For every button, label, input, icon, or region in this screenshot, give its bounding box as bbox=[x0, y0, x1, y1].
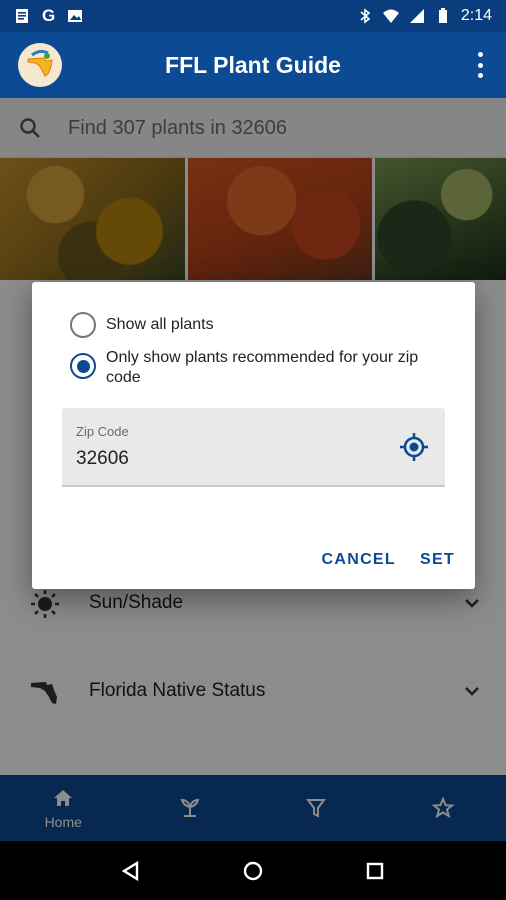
zip-code-input[interactable] bbox=[76, 448, 376, 470]
app-title: FFL Plant Guide bbox=[165, 51, 341, 78]
image-icon bbox=[68, 10, 83, 22]
battery-icon bbox=[438, 8, 447, 23]
bluetooth-icon bbox=[360, 8, 371, 24]
option-show-all[interactable]: Show all plants bbox=[70, 312, 456, 338]
document-icon bbox=[16, 9, 28, 23]
radio-label: Only show plants recommended for your zi… bbox=[106, 349, 419, 386]
status-time: 2:14 bbox=[460, 7, 492, 24]
cellular-icon bbox=[409, 9, 424, 23]
recents-icon[interactable] bbox=[364, 860, 386, 882]
google-icon: G bbox=[42, 6, 56, 25]
cancel-button[interactable]: CANCEL bbox=[322, 551, 396, 569]
option-zip-recommended[interactable]: Only show plants recommended for your zi… bbox=[70, 348, 456, 388]
app-bar: FFL Plant Guide bbox=[0, 32, 506, 98]
set-button[interactable]: SET bbox=[420, 551, 455, 569]
zip-filter-dialog: Show all plants Only show plants recomme… bbox=[32, 282, 475, 589]
florida-logo-icon[interactable] bbox=[18, 43, 62, 87]
dialog-actions: CANCEL SET bbox=[322, 551, 456, 569]
more-vert-icon[interactable] bbox=[476, 52, 484, 78]
status-bar: G 2:14 bbox=[0, 0, 506, 32]
my-location-icon[interactable] bbox=[399, 432, 429, 462]
radio-zip-recommended[interactable] bbox=[70, 353, 96, 379]
radio-label: Show all plants bbox=[106, 316, 214, 333]
home-circle-icon[interactable] bbox=[242, 860, 264, 882]
zip-code-field[interactable]: Zip Code bbox=[62, 408, 445, 487]
zip-code-label: Zip Code bbox=[76, 424, 129, 439]
back-icon[interactable] bbox=[120, 860, 142, 882]
wifi-icon bbox=[382, 9, 399, 23]
radio-show-all[interactable] bbox=[70, 312, 96, 338]
system-navigation-bar bbox=[0, 841, 506, 900]
